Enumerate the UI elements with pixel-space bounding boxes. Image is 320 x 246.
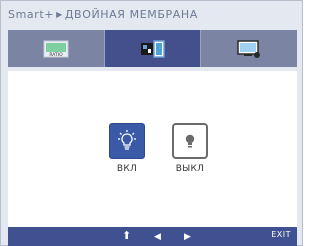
off-button[interactable] [172,123,208,159]
title-arrow-icon: ▶ [56,10,63,19]
bulb-on-icon [118,130,136,150]
footer-bar: ⬆ ◀ ▶ EXIT [8,227,297,246]
up-arrow-icon[interactable]: ⬆ [122,229,131,243]
bulb-off-icon [185,134,195,148]
right-arrow-icon[interactable]: ▶ [184,230,191,244]
ratio-icon: RATIO [43,40,69,58]
osd-title: Smart+ ▶ ДВОЙНАЯ МЕМБРАНА [8,4,298,30]
title-text: ДВОЙНАЯ МЕМБРАНА [64,8,198,21]
dual-membrane-icon [140,39,165,58]
on-button[interactable] [109,123,145,159]
monitor-settings-icon [237,39,261,58]
exit-button[interactable]: EXIT [271,230,291,239]
tab-dual-membrane[interactable] [104,30,202,67]
options-panel: ВКЛ ВЫКЛ [8,71,297,227]
osd-window: Smart+ ▶ ДВОЙНАЯ МЕМБРАНА RATIO ВКЛ ВЫКЛ… [0,0,303,246]
tab-ratio[interactable]: RATIO [8,30,105,67]
option-off[interactable]: ВЫКЛ [165,123,215,174]
off-label: ВЫКЛ [175,164,205,174]
tab-monitor-settings[interactable] [201,30,297,67]
left-arrow-icon[interactable]: ◀ [154,230,161,244]
ratio-icon-text: RATIO [49,52,63,58]
on-label: ВКЛ [116,164,138,174]
option-on[interactable]: ВКЛ [102,123,152,174]
title-prefix: Smart+ [8,8,55,21]
menu-tabs: RATIO [8,30,297,67]
